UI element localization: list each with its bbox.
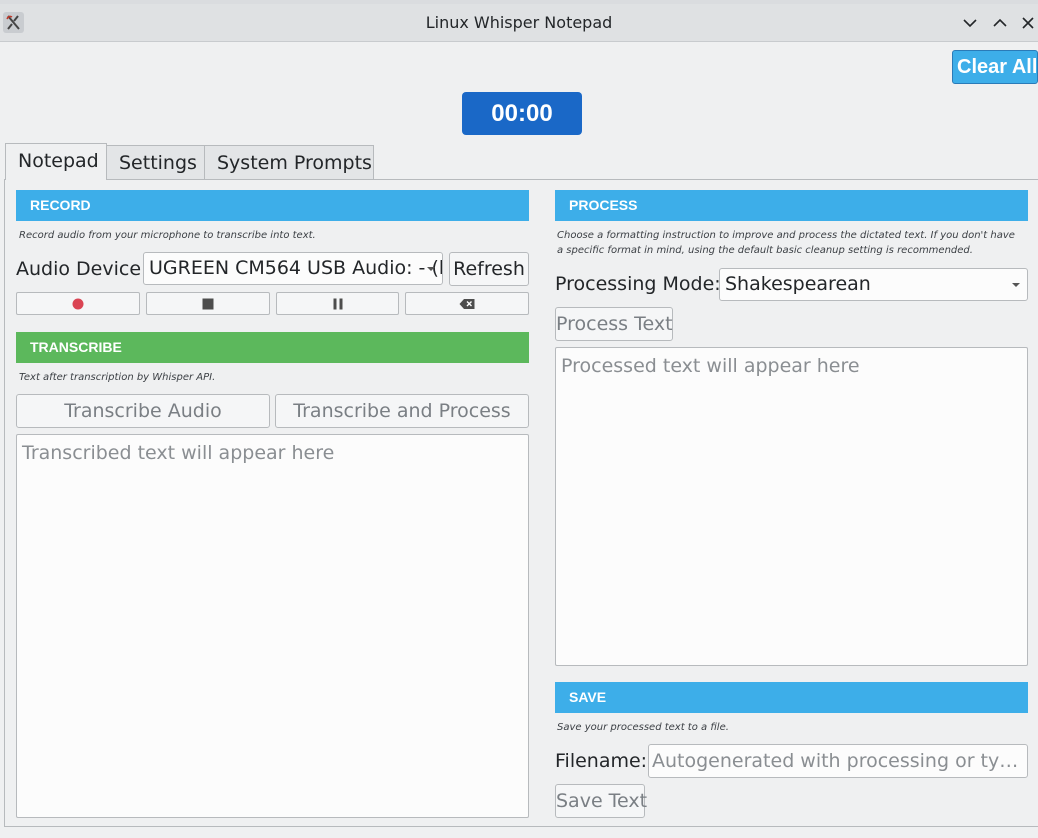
processing-mode-value: Shakespearean — [725, 273, 871, 295]
filename-input[interactable]: Autogenerated with processing or type ..… — [648, 744, 1028, 778]
recording-timer: 00:00 — [462, 92, 582, 135]
maximize-button[interactable] — [990, 13, 1010, 33]
backspace-icon — [459, 298, 475, 309]
close-icon — [1022, 17, 1034, 29]
transcribe-audio-button[interactable]: Transcribe Audio — [16, 394, 270, 428]
tab-notepad[interactable]: Notepad — [5, 143, 107, 180]
chevron-up-icon — [993, 18, 1007, 27]
minimize-button[interactable] — [960, 13, 980, 33]
pause-icon — [333, 298, 342, 309]
window-bottom — [0, 828, 1038, 838]
stop-button[interactable] — [146, 292, 270, 315]
save-description: Save your processed text to a file. — [557, 722, 729, 733]
transcribe-header: TRANSCRIBE — [16, 332, 529, 363]
window-titlebar[interactable]: Linux Whisper Notepad — [0, 4, 1038, 42]
tab-system-prompts[interactable]: System Prompts — [204, 145, 374, 179]
record-header: RECORD — [16, 190, 529, 221]
filename-label: Filename: — [555, 750, 648, 772]
save-header: SAVE — [555, 682, 1028, 713]
close-button[interactable] — [1018, 13, 1038, 33]
processed-text-area[interactable]: Processed text will appear here — [555, 347, 1028, 666]
save-text-button[interactable]: Save Text — [555, 784, 647, 818]
window-title: Linux Whisper Notepad — [425, 13, 613, 32]
processing-mode-select[interactable]: Shakespearean — [719, 268, 1028, 301]
chevron-down-icon — [1011, 269, 1021, 300]
tab-settings[interactable]: Settings — [106, 145, 205, 179]
process-description: Choose a formatting instruction to impro… — [557, 230, 1015, 256]
chevron-down-icon — [963, 19, 977, 28]
record-description: Record audio from your microphone to tra… — [19, 230, 316, 241]
transcribed-text-area[interactable]: Transcribed text will appear here — [16, 434, 529, 818]
process-header: PROCESS — [555, 190, 1028, 221]
audio-device-label: Audio Device: — [16, 258, 148, 280]
processing-mode-label: Processing Mode: — [555, 273, 721, 295]
pause-button[interactable] — [276, 292, 399, 315]
refresh-button[interactable]: Refresh — [449, 252, 529, 286]
audio-device-value: UGREEN CM564 USB Audio: - (h — [149, 257, 442, 279]
clear-recording-button[interactable] — [405, 292, 529, 315]
audio-device-select[interactable]: UGREEN CM564 USB Audio: - (h — [143, 252, 443, 285]
transcribe-description: Text after transcription by Whisper API. — [19, 372, 216, 383]
record-icon — [72, 298, 84, 309]
process-text-button[interactable]: Process Text — [555, 307, 673, 341]
stop-icon — [202, 298, 214, 309]
transcribe-and-process-button[interactable]: Transcribe and Process — [275, 394, 529, 428]
clear-all-button[interactable]: Clear All — [952, 50, 1038, 84]
record-button[interactable] — [16, 292, 140, 315]
chevron-down-icon — [426, 253, 436, 284]
